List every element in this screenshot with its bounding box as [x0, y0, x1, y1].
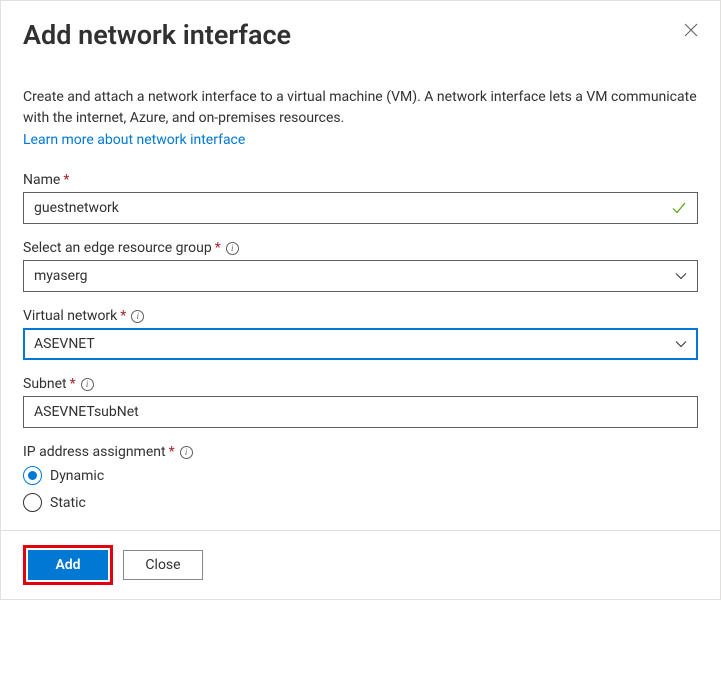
resource-group-label-text: Select an edge resource group: [23, 240, 212, 256]
info-icon[interactable]: i: [81, 378, 94, 391]
ip-assignment-label-text: IP address assignment: [23, 444, 166, 460]
radio-icon: [23, 466, 42, 485]
virtual-network-label-text: Virtual network: [23, 308, 117, 324]
name-label: Name *: [23, 172, 698, 188]
info-icon[interactable]: i: [226, 242, 239, 255]
learn-more-link[interactable]: Learn more about network interface: [23, 130, 245, 150]
panel-body: Create and attach a network interface to…: [1, 57, 720, 530]
add-button-highlight: Add: [23, 545, 113, 585]
virtual-network-select[interactable]: ASEVNET: [23, 328, 698, 360]
resource-group-select[interactable]: myaserg: [23, 260, 698, 292]
resource-group-label: Select an edge resource group * i: [23, 240, 698, 256]
info-icon[interactable]: i: [180, 446, 193, 459]
close-icon[interactable]: [684, 19, 698, 41]
subnet-label: Subnet * i: [23, 376, 698, 392]
required-asterisk: *: [63, 172, 69, 188]
required-asterisk: *: [215, 240, 221, 256]
ip-assignment-radio-group: Dynamic Static: [23, 466, 698, 512]
chevron-down-icon: [675, 270, 687, 282]
radio-static-label: Static: [50, 495, 86, 511]
resource-group-value: myaserg: [34, 268, 88, 284]
required-asterisk: *: [120, 308, 126, 324]
panel-description: Create and attach a network interface to…: [23, 87, 698, 128]
chevron-down-icon: [675, 338, 687, 350]
ip-assignment-field: IP address assignment * i Dynamic Static: [23, 444, 698, 512]
name-input[interactable]: guestnetwork: [23, 192, 698, 224]
name-field: Name * guestnetwork: [23, 172, 698, 224]
subnet-value: ASEVNETsubNet: [34, 404, 139, 420]
virtual-network-label: Virtual network * i: [23, 308, 698, 324]
subnet-field: Subnet * i ASEVNETsubNet: [23, 376, 698, 428]
radio-icon: [23, 493, 42, 512]
ip-assignment-label: IP address assignment * i: [23, 444, 698, 460]
required-asterisk: *: [70, 376, 76, 392]
virtual-network-value: ASEVNET: [34, 336, 95, 352]
info-icon[interactable]: i: [131, 310, 144, 323]
panel-footer: Add Close: [1, 530, 720, 599]
add-button[interactable]: Add: [28, 550, 108, 580]
name-label-text: Name: [23, 172, 60, 188]
close-button[interactable]: Close: [123, 550, 203, 580]
panel-title: Add network interface: [23, 19, 291, 51]
subnet-label-text: Subnet: [23, 376, 67, 392]
checkmark-icon: [671, 200, 687, 216]
radio-dynamic-label: Dynamic: [50, 468, 104, 484]
virtual-network-field: Virtual network * i ASEVNET: [23, 308, 698, 360]
name-input-value: guestnetwork: [34, 200, 119, 216]
panel-header: Add network interface: [1, 1, 720, 57]
radio-static[interactable]: Static: [23, 493, 698, 512]
subnet-input[interactable]: ASEVNETsubNet: [23, 396, 698, 428]
resource-group-field: Select an edge resource group * i myaser…: [23, 240, 698, 292]
required-asterisk: *: [169, 444, 175, 460]
radio-dynamic[interactable]: Dynamic: [23, 466, 698, 485]
add-network-interface-panel: Add network interface Create and attach …: [0, 0, 721, 600]
